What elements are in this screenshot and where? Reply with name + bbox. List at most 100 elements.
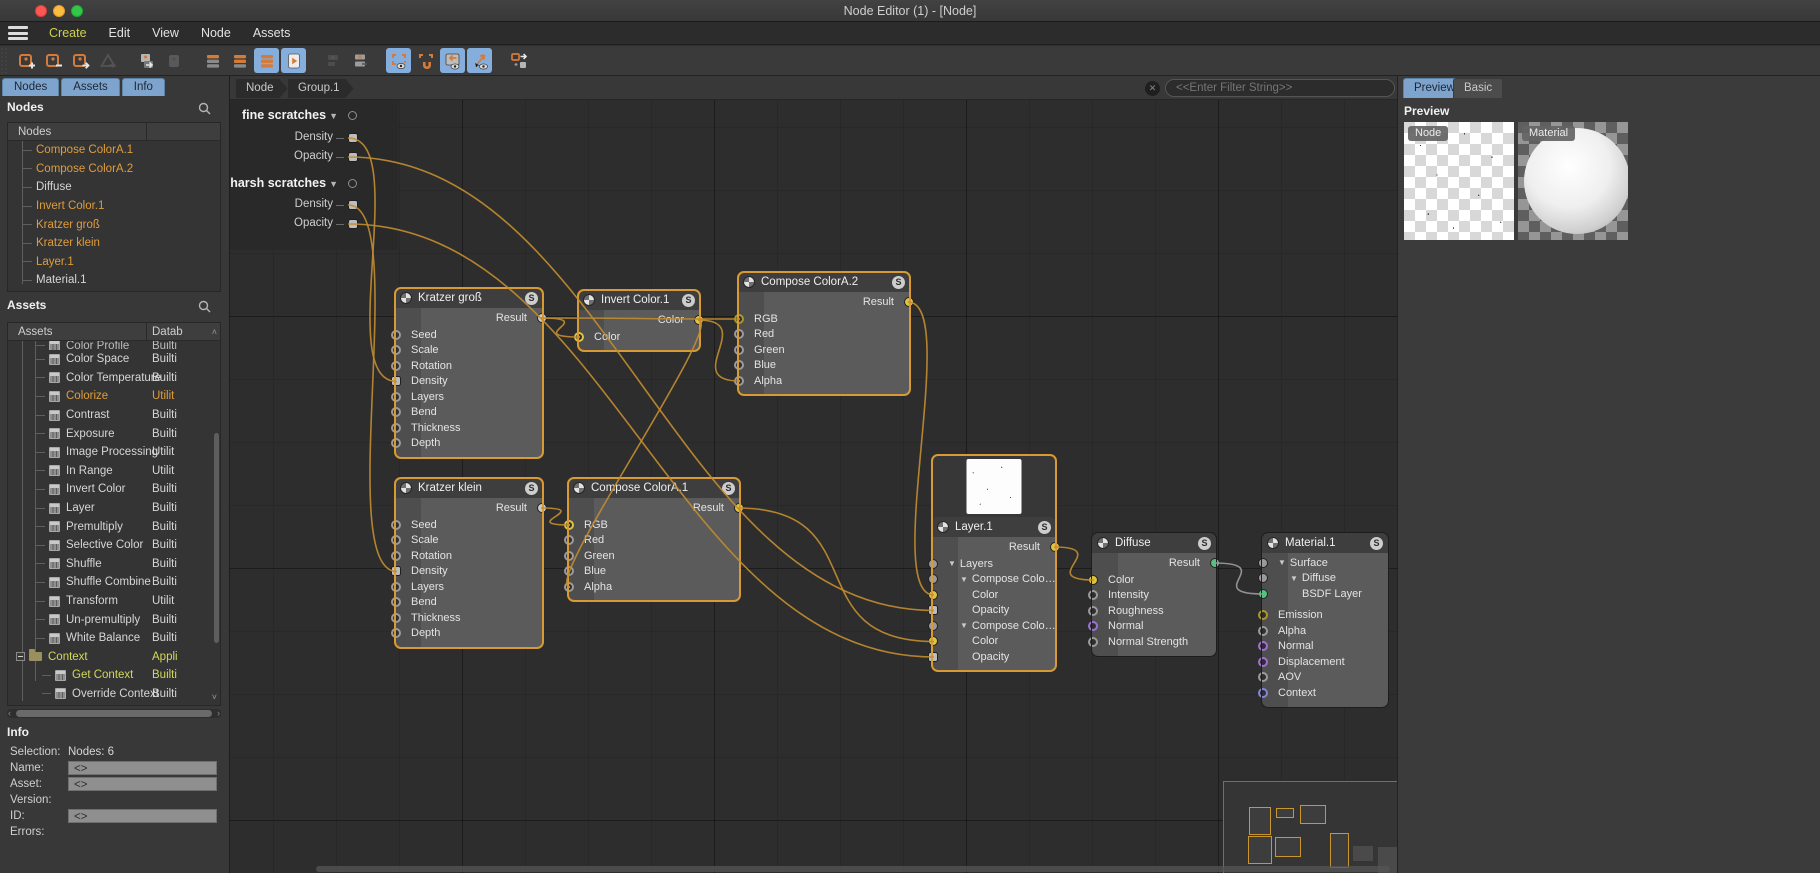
port[interactable] (1258, 657, 1268, 667)
node-canvas[interactable]: NodeGroup.1 ✕ fine scratches▼ Density Op… (230, 76, 1397, 873)
show-ports-button[interactable] (347, 48, 372, 73)
port[interactable] (574, 332, 584, 342)
port[interactable] (1258, 610, 1268, 620)
port[interactable] (391, 423, 401, 433)
nodes-list-column-header[interactable]: Nodes (8, 123, 220, 141)
asset-list-item[interactable]: Image ProcessingUtilit (8, 443, 220, 462)
assets-scroll-up-arrow[interactable]: ˄ (212, 327, 217, 337)
asset-list-item[interactable]: White BalanceBuilti (8, 629, 220, 648)
node-header[interactable]: Compose ColorA.1 S (568, 478, 740, 498)
port[interactable] (734, 376, 744, 386)
port[interactable] (1258, 589, 1268, 599)
assets-vertical-scrollbar[interactable] (214, 433, 219, 643)
snap-magnet-button[interactable] (413, 48, 438, 73)
port[interactable] (391, 597, 401, 607)
port[interactable] (734, 314, 744, 324)
tab-basic[interactable]: Basic (1453, 78, 1503, 98)
port[interactable] (391, 407, 401, 417)
node-list-item[interactable]: Kratzer klein (8, 234, 220, 253)
asset-list-item[interactable]: ContrastBuilti (8, 406, 220, 425)
frame-selection-button[interactable] (386, 48, 411, 73)
preview-playback-button[interactable] (281, 48, 306, 73)
port[interactable] (734, 345, 744, 355)
port[interactable] (391, 582, 401, 592)
port[interactable] (1210, 558, 1220, 568)
filter-clear-icon[interactable]: ✕ (1145, 81, 1160, 96)
asset-list-item[interactable]: PremultiplyBuilti (8, 517, 220, 536)
port[interactable] (391, 330, 401, 340)
port[interactable] (1088, 590, 1098, 600)
asset-list-item[interactable]: ProjectionBuilti (8, 703, 220, 706)
collapse-expand-box[interactable] (16, 652, 25, 661)
expand-arrow-icon[interactable]: ▼ (1278, 558, 1286, 567)
asset-list-item[interactable]: Get ContextBuilti (8, 666, 220, 685)
minimap[interactable] (1223, 781, 1397, 873)
asset-folder-item[interactable]: ContextAppli (8, 648, 220, 667)
port[interactable] (1050, 542, 1060, 552)
expand-arrow-icon[interactable]: ▼ (960, 575, 968, 584)
assets-search-icon[interactable] (198, 300, 211, 316)
port[interactable] (1258, 626, 1268, 636)
asset-list-item[interactable]: Un-premultiplyBuilti (8, 610, 220, 629)
port[interactable] (1258, 573, 1268, 583)
preview-thumbnail-node[interactable]: Node (1404, 122, 1514, 240)
breadcrumb-group-1[interactable]: Group.1 (288, 79, 354, 98)
port[interactable] (391, 361, 401, 371)
port[interactable] (564, 566, 574, 576)
asset-list-item[interactable]: Selective ColorBuilti (8, 536, 220, 555)
port[interactable] (1088, 621, 1098, 631)
sidebar-tab-assets[interactable]: Assets (61, 78, 120, 96)
port[interactable] (391, 438, 401, 448)
port[interactable] (1258, 641, 1268, 651)
solo-badge[interactable]: S (1038, 521, 1051, 534)
port[interactable] (1088, 575, 1098, 585)
assets-scroll-down-arrow[interactable]: ˅ (212, 692, 217, 702)
graph-node-invert[interactable]: Invert Color.1 S Color Color (578, 290, 700, 351)
port[interactable] (391, 535, 401, 545)
port[interactable] (694, 315, 704, 325)
graph-node-layer[interactable]: Layer.1 S Result ▼ Layers ▼ Compose Colo… (932, 455, 1056, 671)
canvas-horizontal-scrollbar[interactable] (316, 866, 1390, 872)
port[interactable] (734, 329, 744, 339)
solo-badge[interactable]: S (892, 276, 905, 289)
canvas-grid[interactable]: fine scratches▼ Density Opacity harsh sc… (230, 100, 1397, 873)
port[interactable] (928, 621, 938, 631)
asset-list-item[interactable]: TransformUtilit (8, 592, 220, 611)
port[interactable] (391, 628, 401, 638)
graph-node-diffuse[interactable]: Diffuse S Result Color Intensity Roughne… (1092, 533, 1216, 656)
navigate-node-button[interactable] (506, 48, 531, 73)
port[interactable] (391, 566, 401, 576)
node-header[interactable]: Kratzer klein S (395, 478, 543, 498)
port[interactable] (391, 520, 401, 530)
port[interactable] (391, 345, 401, 355)
solo-badge[interactable]: S (722, 482, 735, 495)
info-field[interactable]: <> (68, 761, 217, 775)
asset-list-item[interactable]: Color SpaceBuilti (8, 350, 220, 369)
port[interactable] (564, 551, 574, 561)
assets-list-column-header[interactable]: Assets Datab ˄ (8, 323, 220, 341)
sidebar-tab-nodes[interactable]: Nodes (2, 78, 59, 96)
port[interactable] (928, 636, 938, 646)
port[interactable] (391, 613, 401, 623)
graph-node-kklein[interactable]: Kratzer klein S Result Seed Scale Rotati… (395, 478, 543, 648)
preview-thumbnail-material[interactable]: Material (1518, 122, 1628, 240)
asset-list-item[interactable]: LayerBuilti (8, 499, 220, 518)
port[interactable] (928, 559, 938, 569)
node-list-item[interactable]: Layer.1 (8, 253, 220, 272)
nodes-search-icon[interactable] (198, 102, 211, 118)
expand-arrow-icon[interactable]: ▼ (960, 621, 968, 630)
node-header[interactable]: Compose ColorA.2 S (738, 272, 910, 292)
asset-list-item[interactable]: Invert ColorBuilti (8, 480, 220, 499)
group-title[interactable]: harsh scratches▼ (230, 176, 338, 190)
panel-visibility-button[interactable] (440, 48, 465, 73)
port[interactable] (928, 652, 938, 662)
solo-badge[interactable]: S (1370, 537, 1383, 550)
add-node-button[interactable] (14, 48, 39, 73)
asset-list-item[interactable]: Override ContextBuilti (8, 685, 220, 704)
node-list-item[interactable]: Material.1 (8, 271, 220, 290)
port[interactable] (391, 376, 401, 386)
collapse-nodes-button[interactable] (200, 48, 225, 73)
expand-arrow-icon[interactable]: ▼ (948, 559, 956, 568)
port[interactable] (1088, 637, 1098, 647)
graph-node-ca2[interactable]: Compose ColorA.2 S Result RGB Red Green … (738, 272, 910, 395)
